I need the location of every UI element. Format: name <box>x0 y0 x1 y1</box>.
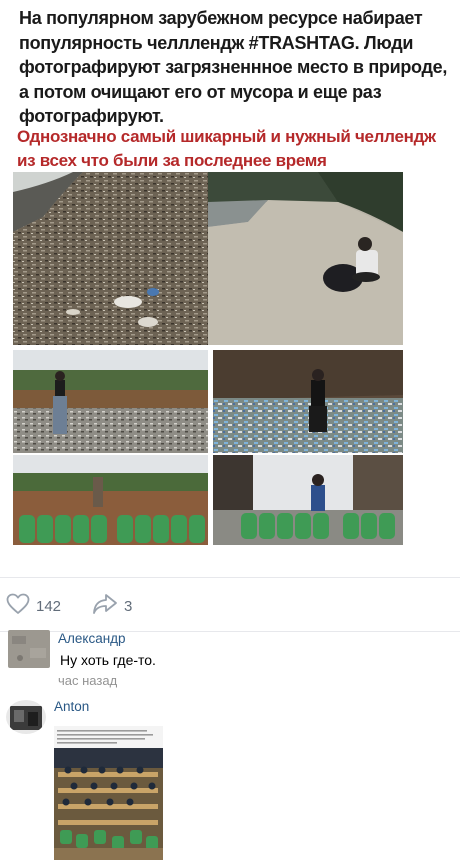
photo-field-after <box>13 455 208 545</box>
like-button[interactable]: 142 <box>6 588 61 624</box>
photo-riverbank-after <box>213 455 403 545</box>
shares-count: 3 <box>124 597 133 615</box>
avatar[interactable] <box>6 700 46 734</box>
comment-author[interactable]: Anton <box>54 699 89 714</box>
comment-time[interactable]: час назад <box>58 673 117 688</box>
share-arrow-icon <box>92 593 118 620</box>
comment-text: Ну хоть где-то. <box>60 652 156 668</box>
photo-field-before <box>13 350 208 453</box>
post-actions: 142 3 <box>0 588 460 624</box>
comment-author[interactable]: Александр <box>58 631 126 646</box>
post-caption-highlight: Однозначно самый шикарный и нужный челле… <box>17 127 436 170</box>
post-caption: На популярном зарубежном ресурсе набирае… <box>19 8 448 126</box>
post-image[interactable]: На популярном зарубежном ресурсе набирае… <box>0 0 460 575</box>
photo-riverbank-before <box>213 350 403 453</box>
photo-beach-after <box>208 172 403 345</box>
share-button[interactable]: 3 <box>92 588 132 624</box>
avatar[interactable] <box>8 630 50 668</box>
photo-beach-before <box>13 172 208 345</box>
heart-icon <box>6 593 30 620</box>
comment-attachment-photo[interactable] <box>54 726 163 860</box>
likes-count: 142 <box>36 597 62 615</box>
post-divider <box>0 577 460 578</box>
